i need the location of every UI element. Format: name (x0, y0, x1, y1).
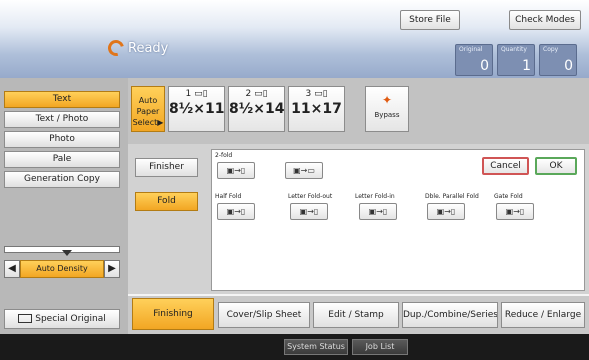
tray-2-button[interactable]: 2 ▭▯ 8½×14 (228, 86, 285, 132)
store-file-button[interactable]: Store File (400, 10, 460, 30)
letter-fold-in-button[interactable]: ▣→▯ (359, 203, 397, 220)
density-darker-button[interactable]: ▶ (104, 260, 120, 278)
tray-number: 1 ▭▯ (185, 89, 208, 99)
counter-value: 0 (480, 58, 489, 74)
auto-paper-label: Auto Paper (136, 96, 160, 116)
system-status-button[interactable]: System Status (284, 339, 348, 355)
finishing-settings-area: Finisher Fold 2-fold ▣→▯ ▣→▭ Cancel OK H… (128, 144, 589, 294)
finisher-side-tab[interactable]: Finisher (135, 158, 198, 177)
ok-button[interactable]: OK (535, 157, 577, 175)
density-pointer-icon (62, 250, 72, 256)
tray-size: 11×17 (291, 101, 342, 117)
tab-finishing[interactable]: Finishing (132, 298, 214, 330)
tab-cover-slip-sheet[interactable]: Cover/Slip Sheet (218, 302, 310, 328)
ready-status: Ready (105, 37, 169, 59)
tray-size: 8½×14 (229, 101, 285, 117)
gate-fold-label: Gate Fold (494, 193, 523, 200)
bypass-label: Bypass (374, 111, 400, 119)
tab-edit-stamp[interactable]: Edit / Stamp (313, 302, 399, 328)
original-counter: Original 0 (455, 44, 493, 76)
tray-icon: ▭▯ (254, 89, 268, 99)
double-parallel-fold-button[interactable]: ▣→▯ (427, 203, 465, 220)
tray-3-button[interactable]: 3 ▭▯ 11×17 (288, 86, 345, 132)
counter-value: 1 (522, 58, 531, 74)
tab-dup-combine-series[interactable]: Dup./Combine/Series (402, 302, 498, 328)
counter-label: Quantity (501, 46, 527, 53)
tray-size: 8½×11 (169, 101, 225, 117)
quantity-counter: Quantity 1 (497, 44, 535, 76)
mode-photo-button[interactable]: Photo (4, 131, 120, 148)
cancel-button[interactable]: Cancel (482, 157, 529, 175)
function-tab-bar: Finishing Cover/Slip Sheet Edit / Stamp … (128, 296, 589, 334)
half-fold-button[interactable]: ▣→▯ (217, 203, 255, 220)
half-fold-label: Half Fold (215, 193, 242, 200)
header: Store File Check Modes Ready Original 0 … (0, 0, 589, 78)
two-fold-label: 2-fold (215, 152, 233, 159)
tray-1-button[interactable]: 1 ▭▯ 8½×11 (168, 86, 225, 132)
paper-select-row: Auto Paper Select▶ 1 ▭▯ 8½×11 2 ▭▯ 8½×14… (128, 78, 589, 144)
check-modes-button[interactable]: Check Modes (509, 10, 581, 30)
auto-density-button[interactable]: Auto Density (20, 260, 104, 278)
status-text: Ready (128, 40, 169, 56)
copy-counter: Copy 0 (539, 44, 577, 76)
bypass-button[interactable]: ✦ Bypass (365, 86, 409, 132)
job-list-button[interactable]: Job List (352, 339, 408, 355)
tray-number: 2 ▭▯ (245, 89, 268, 99)
double-parallel-fold-label: Dble. Parallel Fold (425, 193, 479, 200)
mode-text-button[interactable]: Text (4, 91, 120, 108)
two-fold-single-button[interactable]: ▣→▯ (217, 162, 255, 179)
mode-text-photo-button[interactable]: Text / Photo (4, 111, 120, 128)
mode-generation-copy-button[interactable]: Generation Copy (4, 171, 120, 188)
tray-icon: ▭▯ (314, 89, 328, 99)
gate-fold-button[interactable]: ▣→▯ (496, 203, 534, 220)
ready-icon (105, 37, 127, 59)
letter-fold-in-label: Letter Fold-in (355, 193, 395, 200)
letter-fold-out-label: Letter Fold-out (288, 193, 333, 200)
copier-screen: Store File Check Modes Ready Original 0 … (0, 0, 589, 360)
letter-fold-out-button[interactable]: ▣→▯ (290, 203, 328, 220)
bypass-tray-icon: ✦ (381, 93, 393, 107)
density-lighter-button[interactable]: ◀ (4, 260, 20, 278)
density-control: ◀ Auto Density ▶ (4, 260, 120, 278)
special-original-icon (18, 314, 33, 323)
auto-paper-select-button[interactable]: Auto Paper Select▶ (131, 86, 165, 132)
counter-value: 0 (564, 58, 573, 74)
mode-pale-button[interactable]: Pale (4, 151, 120, 168)
tray-icon: ▭▯ (194, 89, 208, 99)
status-bar: System Status Job List (0, 334, 589, 360)
two-fold-multi-button[interactable]: ▣→▭ (285, 162, 323, 179)
special-original-label: Special Original (35, 314, 106, 324)
counter-label: Original (459, 46, 483, 53)
fold-options-panel: 2-fold ▣→▯ ▣→▭ Cancel OK Half Fold ▣→▯ L… (211, 149, 585, 291)
special-original-button[interactable]: Special Original (4, 309, 120, 329)
auto-paper-select-label: Select▶ (132, 118, 164, 127)
fold-side-tab[interactable]: Fold (135, 192, 198, 211)
counter-label: Copy (543, 46, 559, 53)
tab-reduce-enlarge[interactable]: Reduce / Enlarge (501, 302, 585, 328)
tray-number: 3 ▭▯ (305, 89, 328, 99)
